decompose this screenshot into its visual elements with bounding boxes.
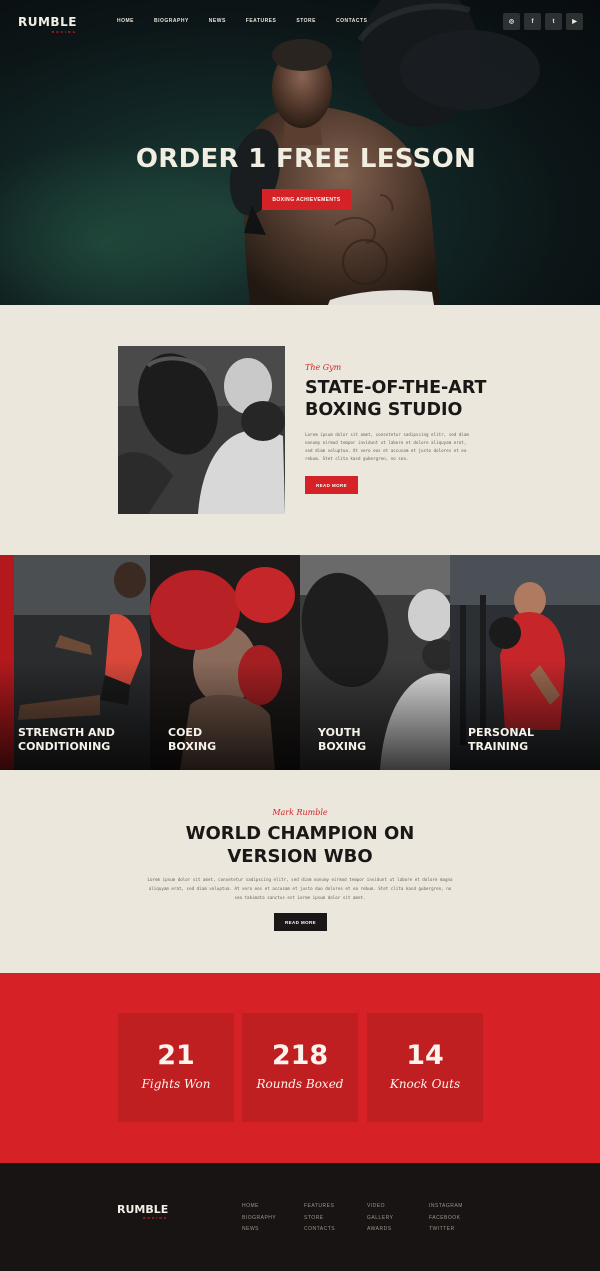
footer-link-features[interactable]: FEATURES bbox=[304, 1203, 335, 1215]
youtube-icon[interactable]: ▶ bbox=[566, 13, 583, 30]
service-label-line2: BOXING bbox=[168, 740, 217, 753]
services-strip: STRENGTH AND CONDITIONING COED BOXING YO… bbox=[0, 555, 600, 770]
nav-item-contacts[interactable]: CONTACTS bbox=[336, 18, 367, 24]
stat-card: 218 Rounds Boxed bbox=[242, 1013, 358, 1122]
gym-script-label: The Gym bbox=[305, 363, 342, 372]
stat-label: Rounds Boxed bbox=[256, 1077, 344, 1091]
gym-photo bbox=[118, 346, 285, 514]
champion-title-line1: WORLD CHAMPION ON bbox=[185, 823, 415, 844]
service-card-strength[interactable]: STRENGTH AND CONDITIONING bbox=[0, 555, 150, 770]
footer-link-biography[interactable]: BIOGRAPHY bbox=[242, 1215, 276, 1227]
service-card-coed[interactable]: COED BOXING bbox=[150, 555, 300, 770]
footer-column: INSTAGRAM FACEBOOK TWITTER bbox=[429, 1203, 463, 1238]
footer-column: HOME BIOGRAPHY NEWS bbox=[242, 1203, 276, 1238]
nav-item-news[interactable]: NEWS bbox=[209, 18, 226, 24]
champion-script-label: Mark Rumble bbox=[272, 808, 328, 817]
service-label-line2: CONDITIONING bbox=[18, 740, 111, 753]
footer-link-store[interactable]: STORE bbox=[304, 1215, 335, 1227]
footer-link-awards[interactable]: AWARDS bbox=[367, 1226, 393, 1238]
service-label-line2: TRAINING bbox=[468, 740, 529, 753]
instagram-icon[interactable]: ◎ bbox=[503, 13, 520, 30]
champion-section: Mark Rumble WORLD CHAMPION ON VERSION WB… bbox=[0, 770, 600, 973]
service-label-line1: STRENGTH AND bbox=[18, 726, 115, 739]
twitter-icon[interactable]: t bbox=[545, 13, 562, 30]
footer-link-home[interactable]: HOME bbox=[242, 1203, 276, 1215]
stat-value: 218 bbox=[271, 1040, 329, 1071]
footer-column: VIDEO GALLERY AWARDS bbox=[367, 1203, 393, 1238]
footer-link-news[interactable]: NEWS bbox=[242, 1226, 276, 1238]
gym-title: STATE-OF-THE-ART BOXING STUDIO bbox=[305, 377, 486, 421]
champion-description: Lorem ipsum dolor sit amet, consetetur s… bbox=[147, 877, 453, 900]
service-label: YOUTH BOXING bbox=[318, 726, 366, 754]
footer-link-gallery[interactable]: GALLERY bbox=[367, 1215, 393, 1227]
champion-title-line2: VERSION WBO bbox=[227, 846, 373, 867]
gym-title-line2: BOXING STUDIO bbox=[305, 400, 463, 420]
champion-title: WORLD CHAMPION ON VERSION WBO bbox=[0, 822, 600, 868]
footer-logo[interactable]: RUMBLE BOXING bbox=[117, 1203, 168, 1220]
stat-value: 21 bbox=[157, 1040, 195, 1071]
top-navbar: RUMBLE BOXING HOME BIOGRAPHY NEWS FEATUR… bbox=[0, 0, 600, 44]
footer-link-instagram[interactable]: INSTAGRAM bbox=[429, 1203, 463, 1215]
stat-card: 21 Fights Won bbox=[118, 1013, 234, 1122]
footer-link-contacts[interactable]: CONTACTS bbox=[304, 1226, 335, 1238]
service-card-youth[interactable]: YOUTH BOXING bbox=[300, 555, 450, 770]
footer-column: FEATURES STORE CONTACTS bbox=[304, 1203, 335, 1238]
main-menu: HOME BIOGRAPHY NEWS FEATURES STORE CONTA… bbox=[117, 18, 387, 24]
boxing-achievements-button[interactable]: BOXING ACHIEVEMENTS bbox=[262, 189, 351, 210]
nav-item-home[interactable]: HOME bbox=[117, 18, 134, 24]
service-label: STRENGTH AND CONDITIONING bbox=[18, 726, 115, 754]
service-label-line2: BOXING bbox=[318, 740, 367, 753]
hero-section: RUMBLE BOXING HOME BIOGRAPHY NEWS FEATUR… bbox=[0, 0, 600, 305]
gym-description: Lorem ipsum dolor sit amet, consetetur s… bbox=[305, 432, 469, 461]
social-links: ◎ f t ▶ bbox=[503, 13, 583, 30]
footer-link-video[interactable]: VIDEO bbox=[367, 1203, 393, 1215]
service-label-line1: PERSONAL bbox=[468, 726, 535, 739]
champion-read-more-button[interactable]: READ MORE bbox=[274, 913, 327, 931]
stats-section: 21 Fights Won 218 Rounds Boxed 14 Knock … bbox=[0, 973, 600, 1163]
nav-item-store[interactable]: STORE bbox=[296, 18, 316, 24]
site-footer: RUMBLE BOXING HOME BIOGRAPHY NEWS FEATUR… bbox=[0, 1163, 600, 1271]
footer-link-twitter[interactable]: TWITTER bbox=[429, 1226, 463, 1238]
footer-link-facebook[interactable]: FACEBOOK bbox=[429, 1215, 463, 1227]
stat-label: Knock Outs bbox=[389, 1077, 461, 1091]
gym-read-more-button[interactable]: READ MORE bbox=[305, 476, 358, 494]
nav-item-features[interactable]: FEATURES bbox=[246, 18, 277, 24]
stat-card: 14 Knock Outs bbox=[367, 1013, 483, 1122]
gym-title-line1: STATE-OF-THE-ART bbox=[305, 378, 487, 398]
service-label-line1: COED bbox=[168, 726, 203, 739]
service-label: COED BOXING bbox=[168, 726, 216, 754]
hero-title: ORDER 1 FREE LESSON bbox=[135, 144, 477, 174]
service-label-line1: YOUTH bbox=[318, 726, 361, 739]
service-card-personal[interactable]: PERSONAL TRAINING bbox=[450, 555, 600, 770]
facebook-icon[interactable]: f bbox=[524, 13, 541, 30]
gym-section: The Gym STATE-OF-THE-ART BOXING STUDIO L… bbox=[0, 305, 600, 555]
nav-item-biography[interactable]: BIOGRAPHY bbox=[154, 18, 189, 24]
stat-label: Fights Won bbox=[141, 1077, 211, 1091]
service-label: PERSONAL TRAINING bbox=[468, 726, 534, 754]
brand-logo[interactable]: RUMBLE BOXING bbox=[18, 15, 77, 34]
stat-value: 14 bbox=[406, 1040, 444, 1071]
